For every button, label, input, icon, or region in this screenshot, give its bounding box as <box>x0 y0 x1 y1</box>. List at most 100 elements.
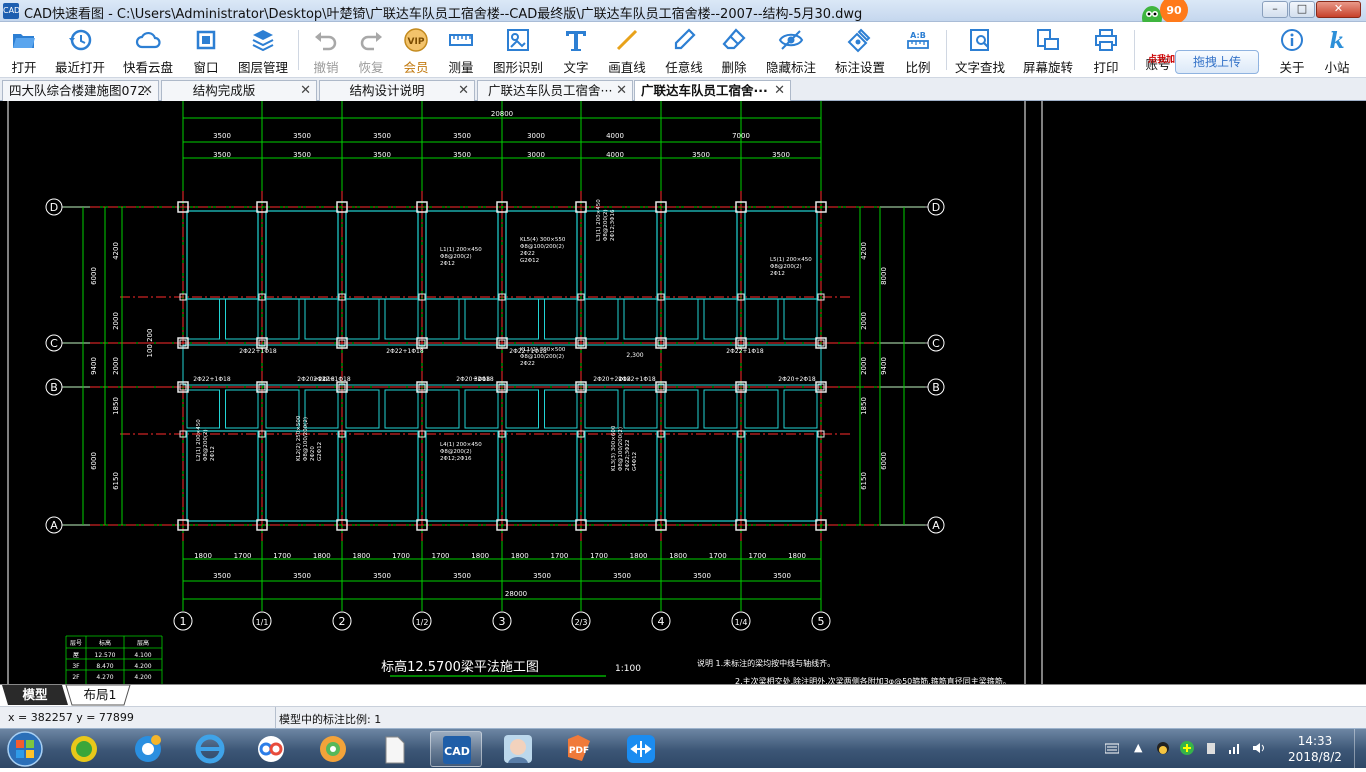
tab-document-5-active[interactable]: 广联达车队员工宿舍··· ✕ <box>634 80 791 102</box>
file-icon[interactable] <box>368 731 420 767</box>
close-tab-icon[interactable]: ✕ <box>458 81 469 100</box>
text-button[interactable]: 文字 <box>550 25 602 75</box>
360-browser-icon[interactable] <box>58 731 110 767</box>
open-button[interactable]: 打开 <box>0 25 50 75</box>
beam-room-top <box>505 210 578 300</box>
svg-text:A:B: A:B <box>910 31 926 40</box>
vip-icon: VIP <box>404 28 428 52</box>
beam-label: 3Φ18 <box>474 376 490 383</box>
cloud-button[interactable]: 快看云盘 <box>122 25 174 75</box>
drawing-canvas[interactable]: D D C C B B A A 1 1/1 2 1/2 3 2/3 4 1/4 5 20800 3500 3500 35… <box>0 101 1366 684</box>
360-tray-icon[interactable] <box>1180 741 1194 755</box>
beam-callout: 2Φ12;2Φ16 <box>440 456 472 462</box>
beam-cell <box>664 298 699 340</box>
close-tab-icon[interactable]: ✕ <box>774 81 785 100</box>
dim-text: 1700 <box>392 552 410 560</box>
qq-tray-icon[interactable] <box>1156 741 1170 755</box>
ie-icon[interactable] <box>184 731 236 767</box>
volume-icon[interactable] <box>1252 741 1266 755</box>
beam-callout: L5(1) 200×450 <box>770 257 812 263</box>
beam-cell <box>783 389 818 429</box>
layers-button[interactable]: 图层管理 <box>237 25 289 75</box>
beam-room-top <box>265 210 339 300</box>
tray-expand-icon[interactable]: ▲ <box>1134 741 1148 755</box>
minimize-button[interactable]: – <box>1262 1 1288 18</box>
beam-cell <box>225 389 259 429</box>
system-clock[interactable]: 14:33 2018/8/2 <box>1282 733 1348 765</box>
beam-callout: 2Φ20 <box>310 446 316 461</box>
text-search-button[interactable]: 文字查找 <box>954 25 1006 75</box>
dim-text: 7000 <box>732 132 750 140</box>
beam-label: 2Φ22+1Φ18 <box>193 376 231 383</box>
close-tab-icon[interactable]: ✕ <box>142 81 153 100</box>
dim-text: 1800 <box>194 552 212 560</box>
annotation-settings-button[interactable]: 标注设置 <box>834 25 886 75</box>
draw-line-button[interactable]: 画直线 <box>601 25 653 75</box>
drag-upload-button[interactable]: 拖拽上传 <box>1175 50 1259 74</box>
beam-callout: 2Φ22;3Φ22 <box>625 439 631 471</box>
beam-label: 2Φ22+1Φ18 <box>313 376 351 383</box>
info-icon <box>1281 29 1303 51</box>
show-desktop-button[interactable] <box>1354 729 1366 769</box>
print-button[interactable]: 打印 <box>1080 25 1132 75</box>
start-button[interactable] <box>4 730 46 768</box>
network-icon[interactable] <box>1228 741 1242 755</box>
photos-icon[interactable] <box>307 731 359 767</box>
beam-callout: Φ8@100/200(2) <box>303 417 309 461</box>
pdf-icon[interactable]: PDF <box>554 731 606 767</box>
teamviewer-icon[interactable] <box>615 731 667 767</box>
measure-button[interactable]: 测量 <box>435 25 487 75</box>
layout1-tab[interactable]: 布局1 <box>72 686 128 705</box>
cad-viewer-icon[interactable]: CAD <box>430 731 482 767</box>
beam-callout: KL2(2) 250×500 <box>296 415 302 461</box>
beam-cell <box>505 389 539 429</box>
usb-icon[interactable] <box>1204 741 1218 755</box>
window-button[interactable]: 窗口 <box>180 25 232 75</box>
recent-button[interactable]: 最近打开 <box>54 25 106 75</box>
rotate-screen-button[interactable]: 屏幕旋转 <box>1022 25 1074 75</box>
beam-callout: 2Φ12;3Φ16 <box>610 209 616 241</box>
tab-document-3[interactable]: 结构设计说明 ✕ <box>319 80 475 101</box>
free-line-button[interactable]: 任意线 <box>658 25 710 75</box>
dim-text: 4000 <box>606 151 624 159</box>
keyboard-icon[interactable] <box>1105 741 1119 755</box>
beam-callout: 2Φ12 <box>770 271 785 277</box>
beam-callout: L3(1) 200×450 <box>596 199 602 241</box>
beam-label: 2Φ22+1Φ18 <box>386 348 424 355</box>
erase-button[interactable]: 删除 <box>708 25 760 75</box>
dim-text: 3500 <box>773 572 791 580</box>
tab-document-2[interactable]: 结构完成版 ✕ <box>161 80 317 101</box>
dim-text: 6000 <box>880 452 888 470</box>
hide-annotation-button[interactable]: 隐藏标注 <box>765 25 817 75</box>
tab-document-4[interactable]: 广联达车队员工宿舍··· ✕ <box>477 80 633 101</box>
table-cell: 2F <box>72 674 80 681</box>
svg-text:PDF: PDF <box>569 746 589 756</box>
beam-callout: Φ8@200(2) <box>203 429 209 461</box>
beam-room-bottom <box>265 430 339 522</box>
baidu-netdisk-icon[interactable] <box>245 731 297 767</box>
scale-button[interactable]: A:B 比例 <box>892 25 944 75</box>
beam-callout: L2(1) 200×450 <box>196 419 202 461</box>
site-button[interactable]: k 小站 <box>1311 25 1363 75</box>
structural-drawing: D D C C B B A A 1 1/1 2 1/2 3 2/3 4 1/4 5 20800 3500 3500 35… <box>7 101 1043 684</box>
model-tab[interactable]: 模型 <box>8 686 62 705</box>
clock-date: 2018/8/2 <box>1288 750 1342 764</box>
drawing-title: 标高12.5700梁平法施工图 <box>381 659 539 675</box>
chrome-icon[interactable] <box>122 731 174 767</box>
beam-callout: G2Φ12 <box>317 442 323 461</box>
beam-label: 2Φ22+1Φ18 <box>726 348 764 355</box>
tab-document-1[interactable]: 四大队综合楼建施图072: ✕ <box>2 80 159 101</box>
close-tab-icon[interactable]: ✕ <box>300 81 311 100</box>
main-toolbar: 打开 最近打开 快看云盘 窗口 图层管理 撤销 恢复 VIP 会员 测量 图形识… <box>0 22 1366 78</box>
beam-cell <box>544 389 578 429</box>
beam-cell <box>384 298 419 340</box>
shape-recognize-button[interactable]: 图形识别 <box>492 25 544 75</box>
maximize-button[interactable]: □ <box>1289 1 1315 18</box>
document-tab-bar: 四大队综合楼建施图072: ✕ 结构完成版 ✕ 结构设计说明 ✕ 广联达车队员工宿舍·… <box>0 78 1366 102</box>
layout-tab-bar: 模型 布局1 <box>0 684 1366 706</box>
close-tab-icon[interactable]: ✕ <box>616 81 627 100</box>
window-icon <box>196 30 216 50</box>
qq-avatar-icon[interactable] <box>492 731 544 767</box>
close-button[interactable]: ✕ <box>1316 1 1361 18</box>
axis-label: C <box>50 337 58 350</box>
